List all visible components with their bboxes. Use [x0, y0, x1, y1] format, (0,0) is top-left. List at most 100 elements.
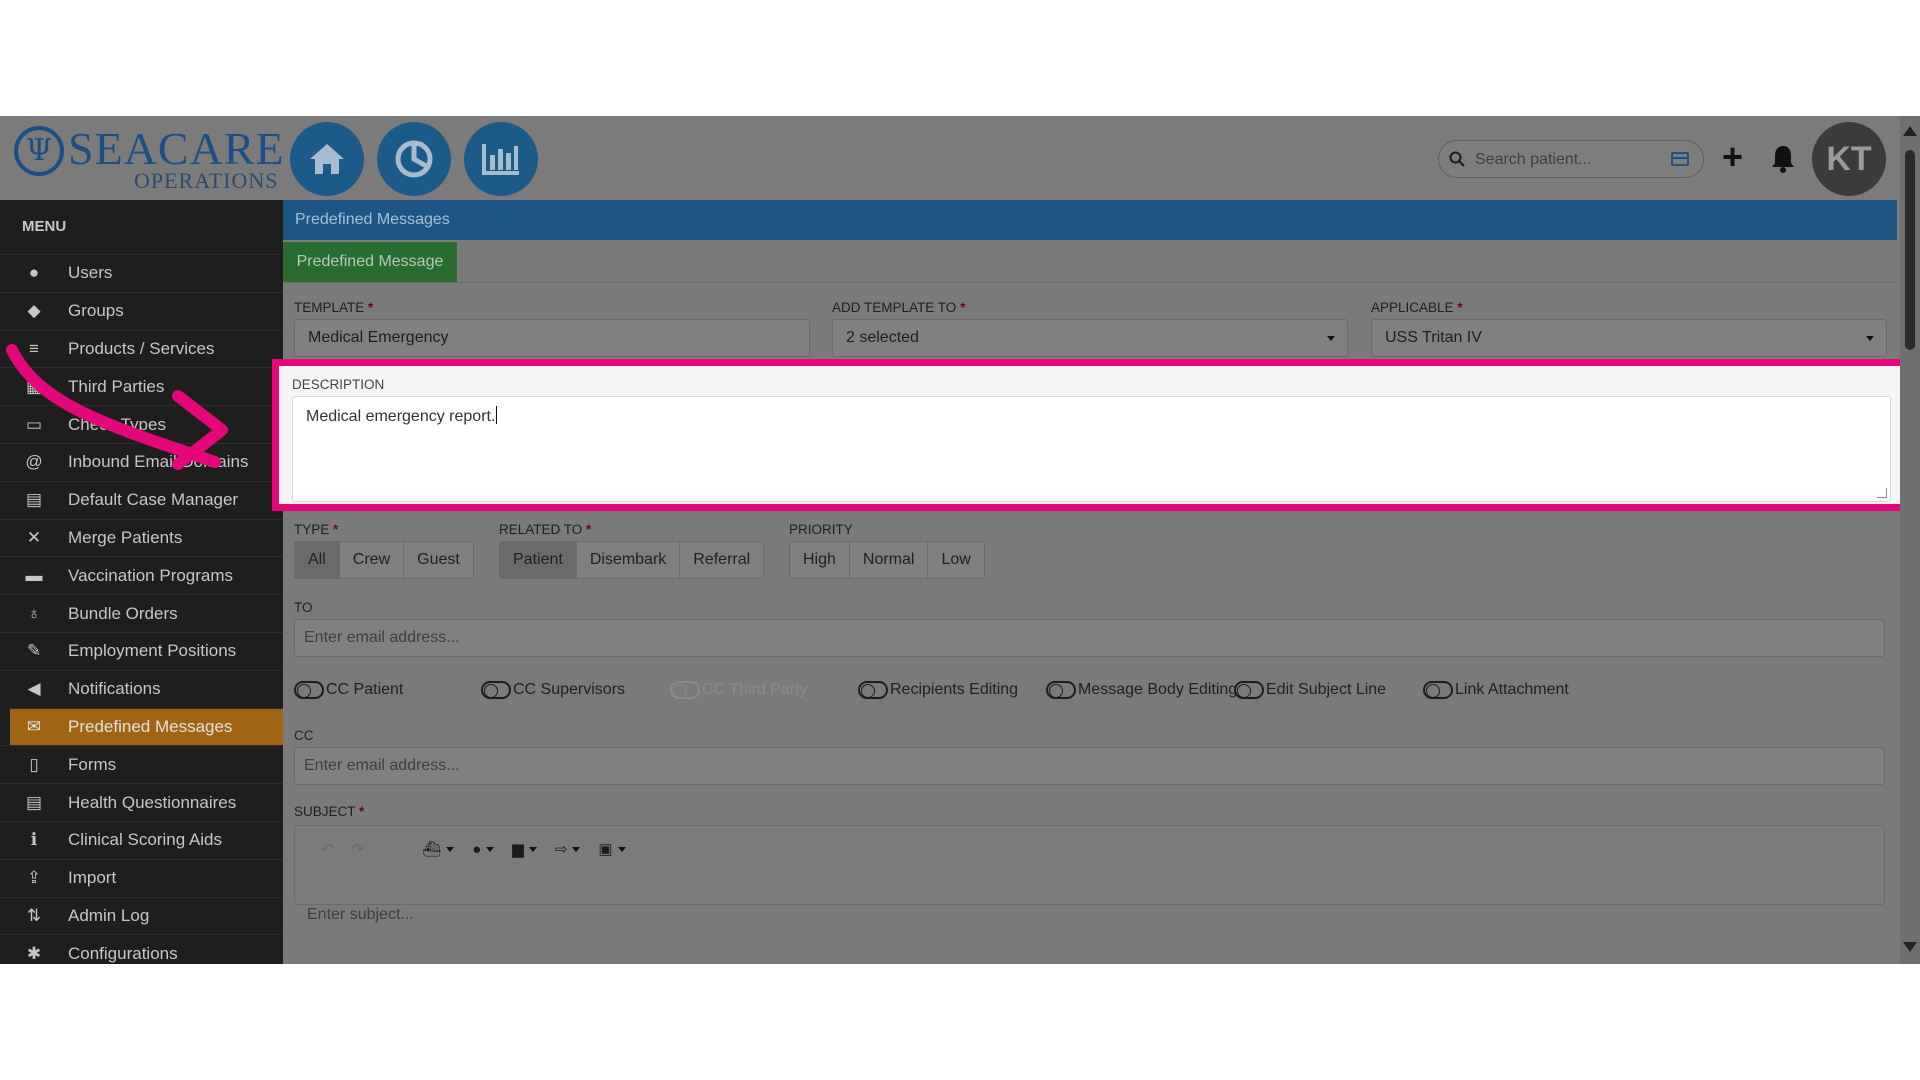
calendar-insert-button[interactable]: ▆ [512, 840, 537, 858]
sidebar-item-label: Predefined Messages [68, 716, 233, 736]
related-patient-button[interactable]: Patient [500, 542, 577, 578]
scroll-up-icon[interactable] [1903, 126, 1917, 136]
info-icon: ℹ [30, 830, 38, 850]
sidebar-item-users[interactable]: ● Users [0, 254, 283, 292]
reports-button[interactable] [464, 122, 538, 196]
app-screen: Ψ SEACARE OPERATIONS Search patient... +… [0, 116, 1920, 964]
sidebar-item-configurations[interactable]: ✱ Configurations [0, 934, 283, 964]
sidebar-item-label: Merge Patients [68, 527, 183, 547]
user-icon: ● [472, 840, 482, 858]
editor-toolbar: ↶ ↷ ⛴ ● ▆ ⇨ ▣ [321, 840, 626, 858]
toggle-cc-patient[interactable]: CC Patient [294, 681, 403, 699]
type-crew-button[interactable]: Crew [339, 542, 405, 578]
toggle-switch[interactable] [1046, 681, 1076, 699]
priority-high-button[interactable]: High [790, 542, 850, 578]
ship-insert-button[interactable]: ⛴ [422, 840, 455, 858]
sidebar-item-label: Employment Positions [68, 641, 237, 661]
bell-icon[interactable] [1770, 144, 1796, 174]
toggle-switch[interactable] [858, 681, 888, 699]
scroll-thumb[interactable] [1905, 150, 1915, 350]
wrench-icon: ✎ [26, 641, 42, 661]
person-insert-button[interactable]: ● [472, 840, 495, 858]
patient-search[interactable]: Search patient... [1438, 140, 1704, 178]
sidebar-item-forms[interactable]: ▯ Forms [0, 745, 283, 783]
sidebar-item-merge-patients[interactable]: ✕ Merge Patients [0, 518, 283, 557]
user-icon: ● [28, 263, 40, 283]
share-insert-button[interactable]: ▣ [598, 840, 626, 858]
add-template-select[interactable]: 2 selected [832, 319, 1348, 357]
tab-predefined-message[interactable]: Predefined Message [283, 242, 457, 282]
toggle-edit-subject-line[interactable]: Edit Subject Line [1234, 681, 1386, 699]
cc-input[interactable]: Enter email address... [294, 747, 1885, 785]
cc-label: CC [294, 728, 314, 743]
toggle-switch[interactable] [670, 681, 700, 699]
dashboard-button[interactable] [377, 122, 451, 196]
to-input[interactable]: Enter email address... [294, 619, 1885, 657]
subject-editor[interactable]: ↶ ↷ ⛴ ● ▆ ⇨ ▣ Enter subject... [294, 825, 1885, 923]
sidebar-item-default-case-manager[interactable]: ▤ Default Case Manager [0, 480, 283, 519]
card-icon[interactable] [1671, 152, 1689, 166]
undo-icon[interactable]: ↶ [321, 840, 334, 858]
type-all-button[interactable]: All [295, 542, 340, 578]
main-content: Predefined Messages Predefined Message T… [272, 200, 1909, 964]
toggle-message-body-editing[interactable]: Message Body Editing [1046, 681, 1237, 699]
sidebar-item-admin-log[interactable]: ⇅ Admin Log [0, 896, 283, 935]
sidebar-item-label: Clinical Scoring Aids [68, 830, 223, 850]
search-input[interactable]: Search patient... [1475, 151, 1592, 169]
subject-label: SUBJECT * [294, 804, 365, 819]
template-field[interactable]: Medical Emergency [294, 319, 810, 357]
toggle-switch[interactable] [1234, 681, 1264, 699]
sidebar-item-label: Configurations [68, 943, 178, 963]
scroll-down-icon[interactable] [1903, 942, 1917, 952]
description-label: DESCRIPTION [292, 377, 385, 392]
type-label: TYPE * [294, 522, 339, 537]
share-icon: ▣ [598, 841, 613, 858]
toggle-link-attachment[interactable]: Link Attachment [1423, 681, 1569, 699]
priority-label: PRIORITY [789, 522, 853, 537]
user-avatar[interactable]: KT [1812, 122, 1886, 196]
menu-title: MENU [22, 218, 67, 235]
toggle-label: CC Patient [326, 681, 404, 698]
toggle-cc-supervisors[interactable]: CC Supervisors [481, 681, 625, 699]
sidebar-item-label: Health Questionnaires [68, 792, 237, 812]
description-textarea[interactable]: Medical emergency report. [292, 396, 1891, 502]
tab-divider [283, 282, 1897, 283]
seacare-logo[interactable]: Ψ SEACARE OPERATIONS [14, 122, 284, 194]
page-title: Predefined Messages [283, 200, 1897, 240]
sidebar-item-import[interactable]: ⇪ Import [0, 858, 283, 897]
sidebar-item-predefined-messages[interactable]: ✉ Predefined Messages [10, 707, 283, 746]
related-referral-button[interactable]: Referral [680, 542, 764, 578]
description-highlight: DESCRIPTION Medical emergency report. [272, 359, 1909, 511]
toggle-switch[interactable] [1423, 681, 1453, 699]
toggle-label: Message Body Editing [1078, 681, 1238, 698]
resize-grip-icon[interactable] [1877, 488, 1887, 498]
cogs-icon: ✱ [26, 943, 42, 963]
megaphone-icon: ◀ [27, 679, 41, 699]
home-button[interactable] [290, 122, 364, 196]
signout-insert-button[interactable]: ⇨ [555, 840, 581, 858]
toggle-label: CC Supervisors [513, 681, 626, 698]
sort-icon: ⇅ [26, 905, 42, 925]
ship-icon: ⛴ [422, 841, 442, 858]
redo-icon[interactable]: ↷ [352, 840, 365, 858]
toggle-cc-third-party[interactable]: CC Third Party [670, 681, 808, 699]
sidebar-item-bundle-orders[interactable]: ♁ Bundle Orders [0, 594, 283, 632]
applicable-label: APPLICABLE * [1371, 300, 1463, 315]
sidebar-item-employment-positions[interactable]: ✎ Employment Positions [0, 631, 283, 670]
sidebar-item-groups[interactable]: ◆ Groups [0, 291, 283, 330]
id-card-icon: ▤ [25, 490, 43, 510]
type-guest-button[interactable]: Guest [404, 542, 473, 578]
priority-normal-button[interactable]: Normal [849, 542, 929, 578]
sidebar-item-vaccination-programs[interactable]: ▬ Vaccination Programs [0, 556, 283, 594]
priority-low-button[interactable]: Low [928, 542, 984, 578]
toggle-switch[interactable] [481, 681, 511, 699]
plus-icon[interactable]: + [1722, 139, 1743, 175]
sidebar-item-notifications[interactable]: ◀ Notifications [0, 669, 283, 708]
sidebar-item-health-questionnaires[interactable]: ▤ Health Questionnaires [0, 783, 283, 821]
page-scrollbar[interactable] [1900, 116, 1920, 964]
toggle-recipients-editing[interactable]: Recipients Editing [858, 681, 1018, 699]
toggle-switch[interactable] [294, 681, 324, 699]
related-disembark-button[interactable]: Disembark [576, 542, 681, 578]
applicable-select[interactable]: USS Tritan IV [1371, 319, 1887, 357]
sidebar-item-clinical-scoring-aids[interactable]: ℹ Clinical Scoring Aids [0, 820, 283, 859]
